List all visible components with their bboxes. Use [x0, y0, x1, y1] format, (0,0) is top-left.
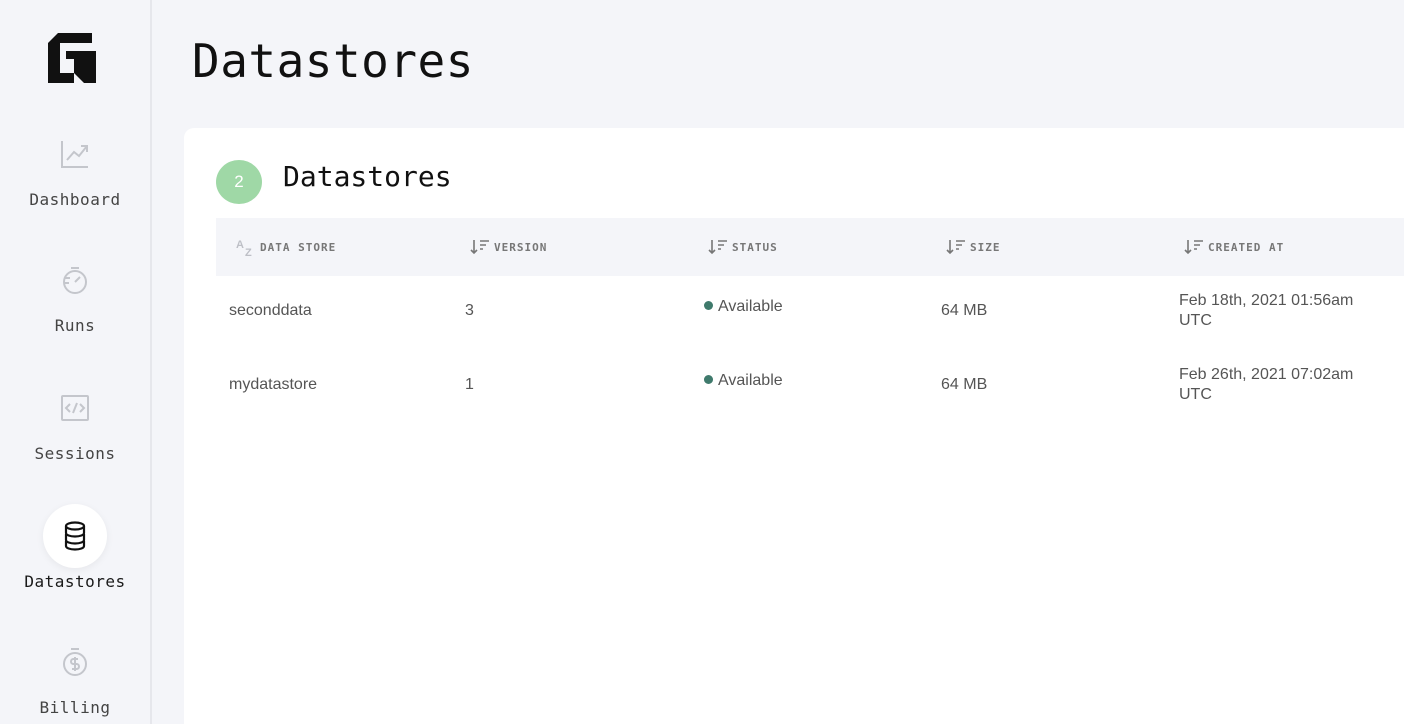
cell-data-store[interactable]: mydatastore: [229, 348, 317, 422]
code-icon: [43, 376, 107, 440]
page-title: Datastores: [192, 34, 474, 88]
sort-icon: [470, 238, 490, 256]
cell-status: Available: [704, 274, 783, 348]
cell-data-store[interactable]: seconddata: [229, 274, 312, 348]
database-icon: [43, 504, 107, 568]
dollar-icon: [43, 630, 107, 694]
cell-created-at: Feb 26th, 2021 07:02am UTC: [1179, 348, 1379, 422]
chart-line-icon: [43, 122, 107, 186]
sort-icon: [708, 238, 728, 256]
svg-text:A: A: [236, 239, 245, 251]
created-at-timezone: UTC: [1179, 386, 1212, 403]
app-logo[interactable]: [48, 33, 96, 83]
column-header-label: Data Store: [260, 240, 337, 254]
status-dot-icon: [704, 375, 713, 384]
table-header: A Z Data Store Version Statu: [216, 218, 1404, 276]
created-at-date: Feb 18th, 2021 01:56am: [1179, 292, 1354, 309]
column-header-version[interactable]: Version: [470, 218, 547, 276]
status-dot-icon: [704, 301, 713, 310]
sidebar-item-runs[interactable]: Runs: [0, 248, 150, 335]
card-title: Datastores: [283, 160, 452, 193]
created-at-timezone: UTC: [1179, 312, 1212, 329]
cell-size: 64 MB: [941, 376, 988, 393]
sidebar-item-billing[interactable]: Billing: [0, 630, 150, 717]
status-text: Available: [718, 372, 783, 389]
stopwatch-icon: [43, 248, 107, 312]
table-row[interactable]: mydatastore 1 Available 64 MB Feb 26th, …: [216, 348, 1404, 422]
sidebar-item-label: Datastores: [24, 572, 126, 591]
az-sort-icon: A Z: [236, 237, 256, 257]
sidebar-item-label: Dashboard: [29, 190, 121, 209]
sidebar-item-label: Sessions: [34, 444, 116, 463]
column-header-size[interactable]: Size: [946, 218, 1001, 276]
column-header-label: Version: [494, 240, 548, 254]
column-header-status[interactable]: Status: [708, 218, 778, 276]
column-header-data-store[interactable]: A Z Data Store: [236, 218, 336, 276]
sidebar-item-datastores[interactable]: Datastores: [0, 504, 150, 591]
cell-status: Available: [704, 348, 783, 422]
cell-version: 1: [465, 376, 474, 393]
sidebar-item-label: Billing: [39, 698, 111, 717]
cell-size: 64 MB: [941, 302, 988, 319]
svg-text:Z: Z: [245, 247, 253, 257]
column-header-label: Status: [732, 240, 778, 254]
sort-icon: [946, 238, 966, 256]
datastores-card: 2 Datastores A Z Data Store Version: [184, 128, 1404, 724]
column-header-label: Size: [970, 240, 1001, 254]
sidebar-item-sessions[interactable]: Sessions: [0, 376, 150, 463]
created-at-date: Feb 26th, 2021 07:02am: [1179, 366, 1354, 383]
status-text: Available: [718, 298, 783, 315]
sort-icon: [1184, 238, 1204, 256]
cell-created-at: Feb 18th, 2021 01:56am UTC: [1179, 274, 1379, 348]
count-badge: 2: [216, 160, 262, 204]
sidebar-item-dashboard[interactable]: Dashboard: [0, 122, 150, 209]
sidebar: Dashboard Runs Sessions Datastores Billi…: [0, 0, 152, 724]
column-header-label: Created At: [1208, 240, 1285, 254]
sidebar-item-label: Runs: [54, 316, 96, 335]
table-row[interactable]: seconddata 3 Available 64 MB Feb 18th, 2…: [216, 274, 1404, 348]
cell-version: 3: [465, 302, 474, 319]
column-header-created-at[interactable]: Created At: [1184, 218, 1284, 276]
